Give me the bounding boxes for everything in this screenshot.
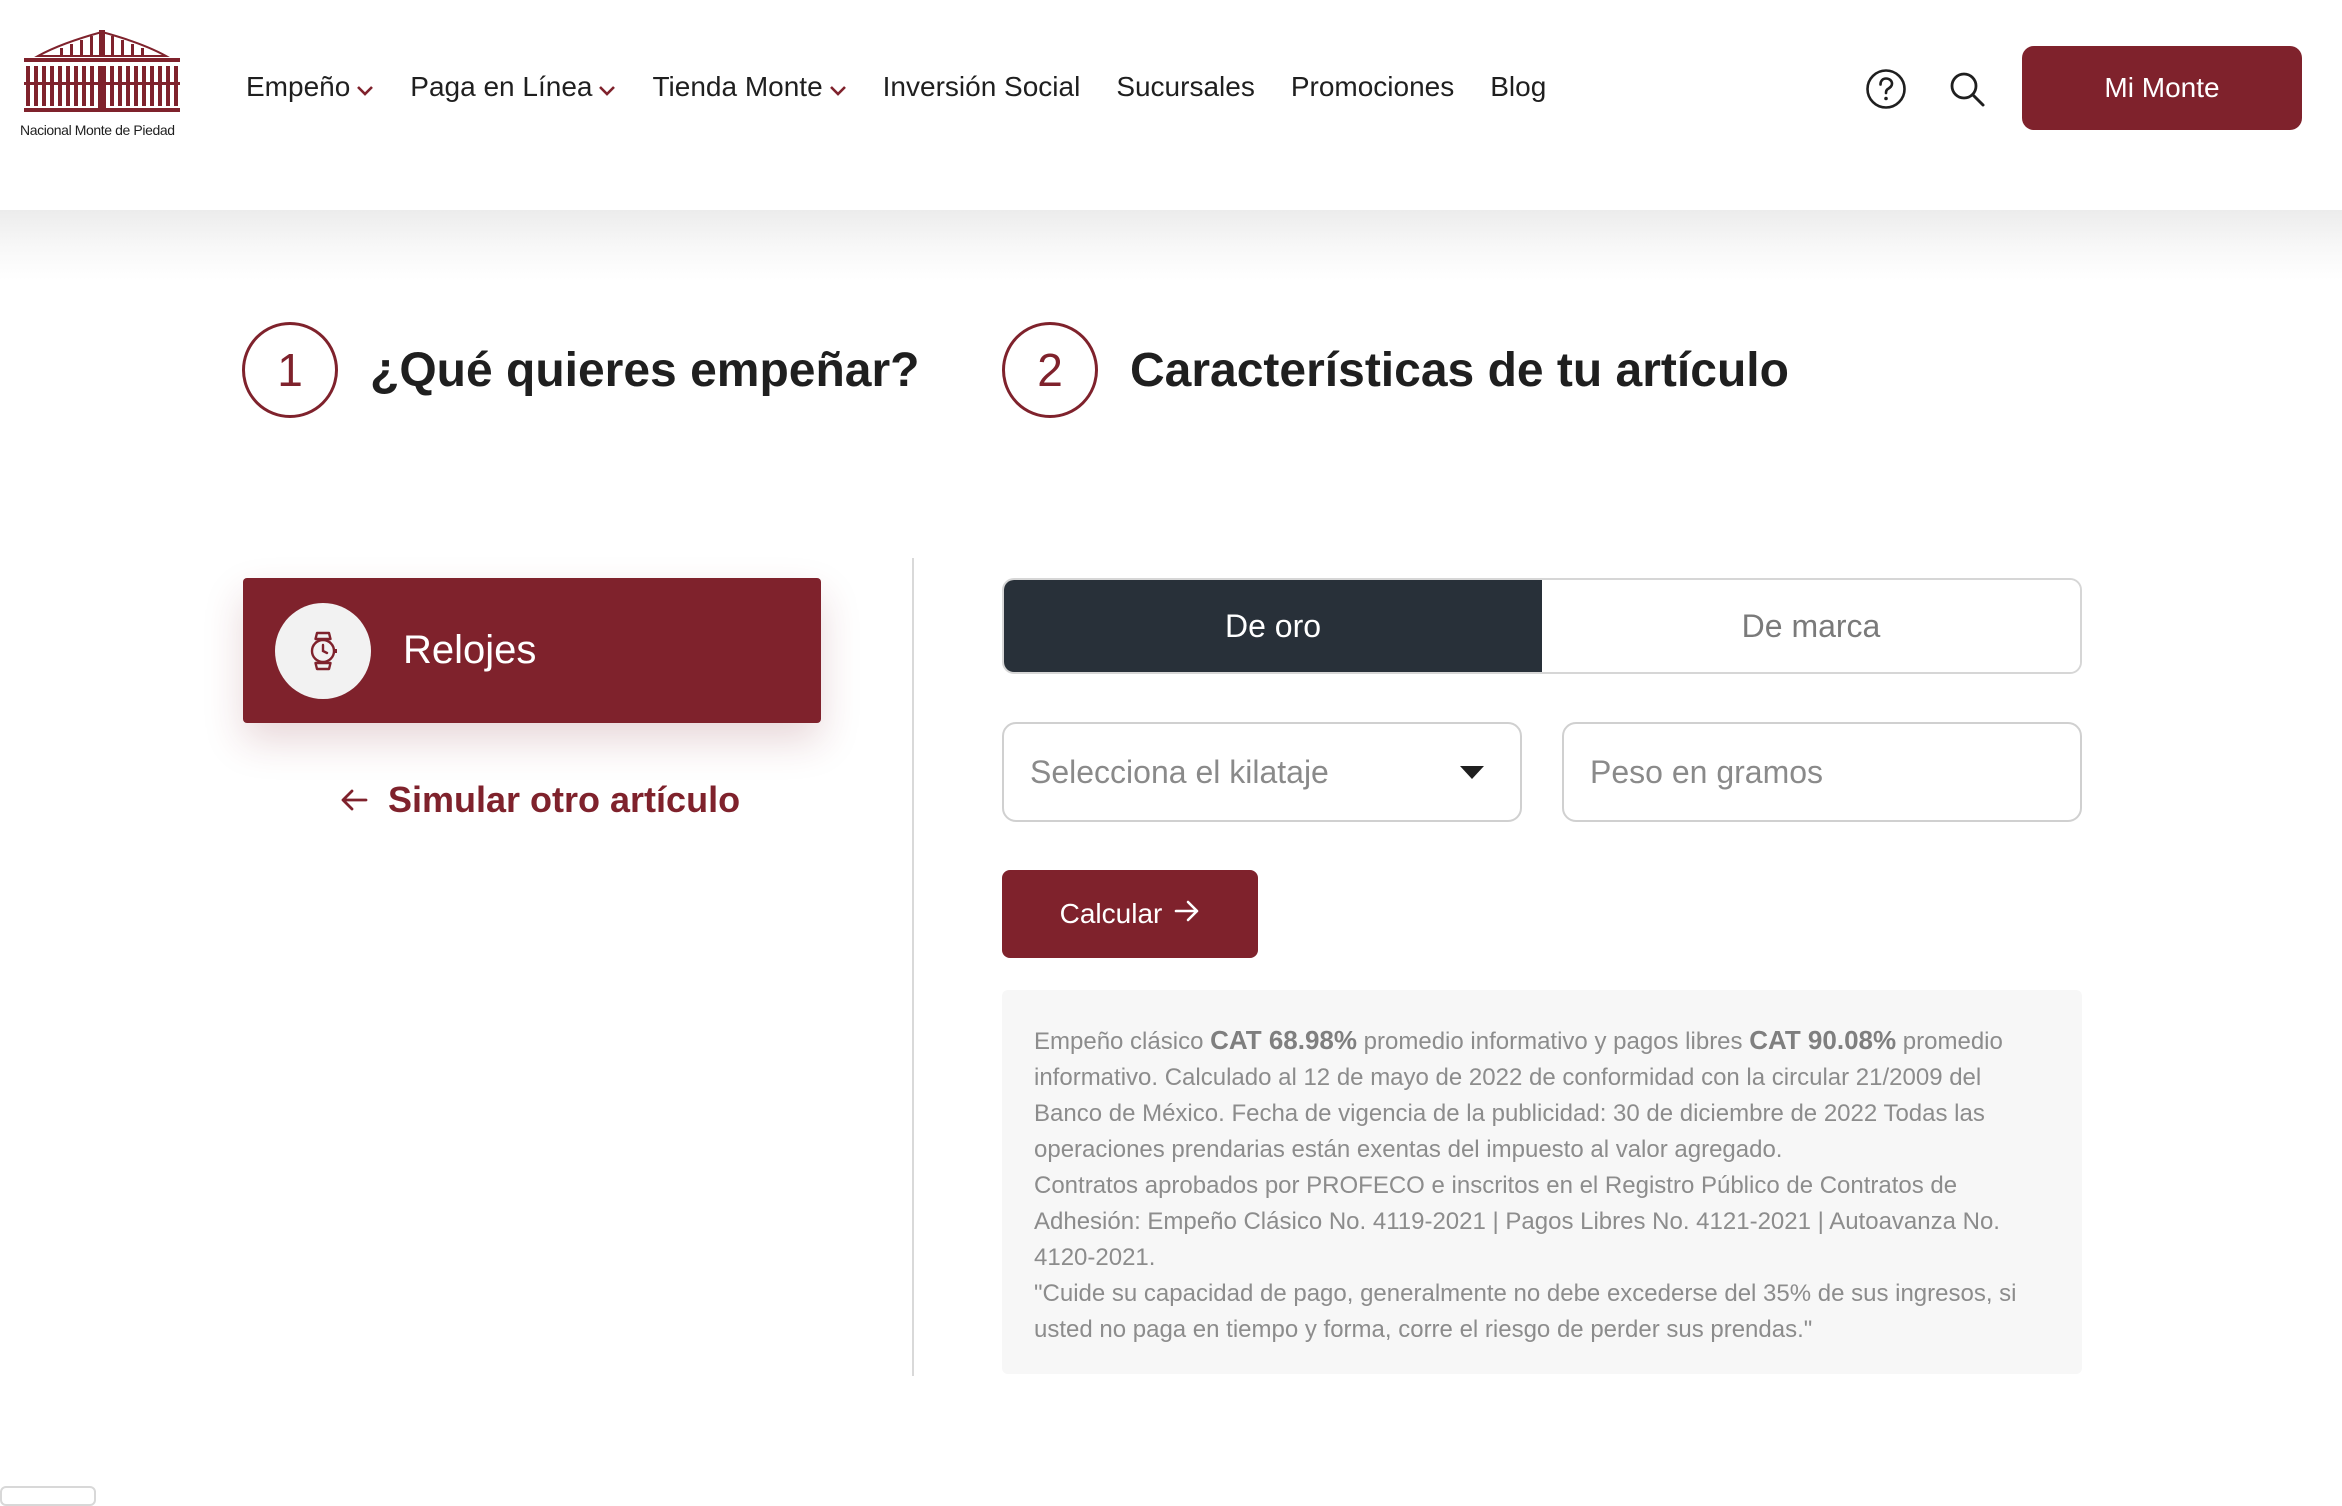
nav-item-label: Paga en Línea [410,71,593,102]
chevron-down-icon [356,71,374,103]
nav-item-label: Blog [1490,71,1547,102]
category-icon-badge [275,602,371,699]
arrow-left-icon [340,779,368,821]
caret-down-icon [1460,766,1484,779]
nav-item-sucursales[interactable]: Sucursales [1116,71,1255,103]
weight-input[interactable] [1562,722,2082,822]
step-1: 1 ¿Qué quieres empeñar? [242,322,920,418]
simulate-other-item-link[interactable]: Simular otro artículo [340,776,740,824]
calculate-button-label: Calcular [1059,898,1163,929]
arrow-right-icon [1174,898,1200,930]
site-header: Nacional Monte de Piedad Empeño Paga en … [0,0,2342,210]
mi-monte-button[interactable]: Mi Monte [2022,46,2302,130]
nav-item-label: Inversión Social [882,71,1081,102]
nav-item-empeno[interactable]: Empeño [246,71,374,103]
logo[interactable]: Nacional Monte de Piedad [20,30,190,145]
legal-text: promedio informativo y pagos libres [1357,1028,1750,1055]
item-type-tabs: De oro De marca [1002,578,2082,674]
tab-de-oro[interactable]: De oro [1004,580,1542,672]
karat-select-value: Selecciona el kilataje [1030,753,1329,790]
column-divider [912,558,914,1376]
nav-item-inversion-social[interactable]: Inversión Social [883,71,1081,103]
cat-value: CAT 68.98% [1210,1025,1358,1055]
legal-text: Empeño clásico [1034,1028,1211,1055]
help-circle-icon[interactable] [1865,68,1907,110]
main-nav: Empeño Paga en Línea Tienda Monte Invers… [246,62,1582,112]
nav-item-label: Tienda Monte [652,71,823,102]
chevron-down-icon [829,71,847,103]
step-number: 2 [1002,322,1098,418]
nav-item-blog[interactable]: Blog [1490,71,1546,103]
nav-item-label: Sucursales [1116,71,1255,102]
tab-de-marca[interactable]: De marca [1542,580,2080,672]
step-2: 2 Características de tu artículo [1002,322,1789,418]
search-icon[interactable] [1948,70,1986,108]
monte-de-piedad-logo-icon [24,30,180,112]
legal-disclaimer: Empeño clásico CAT 68.98% promedio infor… [1002,990,2082,1374]
legal-paragraph-contracts: Contratos aprobados por PROFECO e inscri… [1034,1172,2000,1271]
cat-value: CAT 90.08% [1749,1025,1897,1055]
calculate-button[interactable]: Calcular [1002,870,1258,958]
karat-select[interactable]: Selecciona el kilataje [1002,722,1522,822]
chevron-down-icon [598,71,616,103]
selected-category-card[interactable]: Relojes [243,578,821,723]
step-title: ¿Qué quieres empeñar? [370,343,920,397]
watch-icon [310,631,337,670]
nav-item-promociones[interactable]: Promociones [1291,71,1454,103]
step-number: 1 [242,322,338,418]
nav-item-label: Promociones [1290,71,1455,102]
legal-paragraph-cat: Empeño clásico CAT 68.98% promedio infor… [1034,1022,2052,1168]
nav-item-paga-en-linea[interactable]: Paga en Línea [410,71,616,103]
header-shadow [0,210,2342,280]
legal-paragraph-warning: "Cuide su capacidad de pago, generalment… [1034,1280,2017,1343]
simulate-other-item-label: Simular otro artículo [388,779,741,820]
category-label: Relojes [403,628,537,672]
logo-text: Nacional Monte de Piedad [20,122,175,138]
corner-widget[interactable] [0,1486,96,1506]
nav-item-label: Empeño [246,71,351,102]
step-title: Características de tu artículo [1130,343,1789,397]
nav-item-tienda-monte[interactable]: Tienda Monte [652,71,846,103]
